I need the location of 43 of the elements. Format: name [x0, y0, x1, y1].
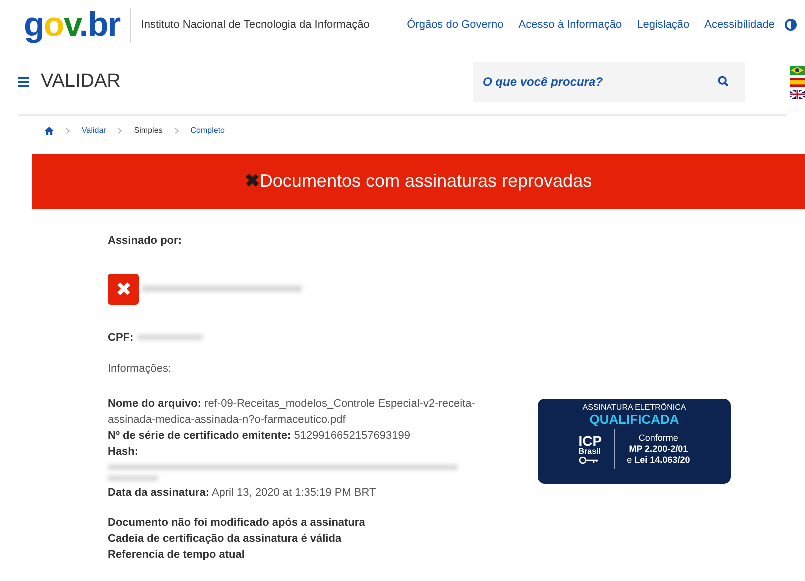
breadcrumb-item: Simples	[134, 125, 163, 137]
header-link[interactable]: Órgãos do Governo	[407, 16, 504, 34]
page-title: VALIDAR	[41, 70, 121, 94]
uk-flag-icon[interactable]	[790, 90, 805, 98]
menu-icon[interactable]	[18, 77, 29, 87]
contrast-icon[interactable]	[785, 19, 797, 31]
detail-line: Hash:	[108, 444, 508, 480]
info-heading: Informações:	[108, 362, 173, 377]
search-field[interactable]: O que você procura?	[473, 62, 745, 102]
chevron-icon	[174, 128, 179, 134]
detail-line: Nº de série de certificado emitente: 5129916652157693199	[108, 428, 412, 444]
icp-logo-text: ICP	[578, 434, 602, 448]
error-message: ✖Documentos com assinaturas reprovadas	[244, 170, 592, 193]
verification-result: Cadeia de certificação da assinatura é válida	[108, 532, 343, 546]
brazil-flag-icon[interactable]	[790, 66, 805, 74]
seal-subtitle: QUALIFICADA	[590, 413, 680, 426]
header-link[interactable]: Legislação	[637, 16, 690, 34]
redacted-cpf	[138, 335, 203, 340]
breadcrumb-link[interactable]: Validar	[82, 125, 106, 137]
header-link[interactable]: Acesso à Informação	[518, 16, 622, 34]
redacted-hash	[108, 476, 158, 480]
brasil-logo-text: Brasil	[578, 448, 602, 456]
verification-result: Documento não foi modificado após a assinatura	[108, 516, 366, 530]
seal-text: MP 2.200-2/01	[629, 444, 688, 454]
error-icon	[108, 274, 139, 304]
chevron-icon	[118, 128, 122, 134]
verification-result: Referencia de tempo atual	[108, 548, 246, 562]
seal-title: ASSINATURA ELETRÔNICA	[582, 403, 686, 413]
detail-line: Nome do arquivo: ref-09-Receitas_modelos_Controle Especial-v2-receita-assinada-medica-assinada-n?o-farmaceutico.pdf	[108, 396, 476, 428]
detail-line: Data da assinatura: April 13, 2020 at 1:35:19 PM BRT	[108, 486, 378, 500]
home-icon[interactable]	[45, 127, 54, 135]
key-icon	[578, 456, 599, 464]
gov-br-logo[interactable]: gov.br	[24, 8, 120, 42]
chevron-icon	[66, 128, 70, 134]
signed-by-label: Assinado por:	[108, 234, 183, 249]
seal-text: e Lei 14.063/20	[627, 454, 690, 466]
breadcrumb-link[interactable]: Completo	[190, 125, 226, 137]
institution-name: Instituto Nacional de Tecnologia da Informação	[141, 18, 370, 33]
search-icon[interactable]	[718, 76, 729, 87]
header-link[interactable]: Acessibilidade	[704, 16, 775, 34]
seal-text: Conforme	[638, 432, 678, 444]
spain-flag-icon[interactable]	[790, 78, 805, 86]
cpf-label: CPF:	[108, 330, 134, 346]
